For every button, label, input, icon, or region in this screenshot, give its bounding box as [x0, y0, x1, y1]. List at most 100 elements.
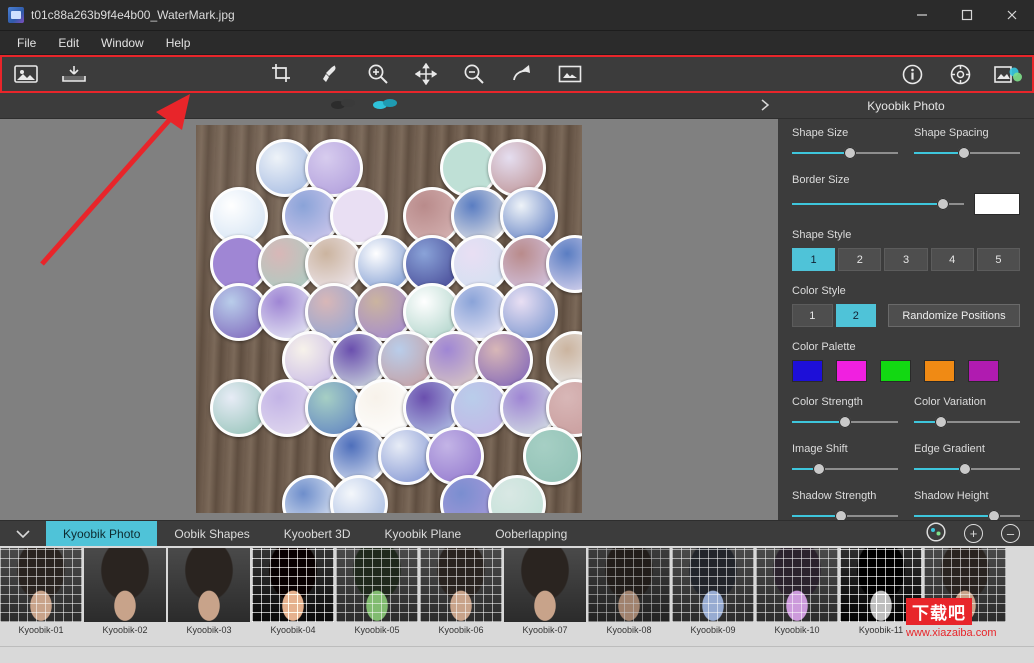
canvas[interactable] [0, 119, 778, 520]
tab-kyoobert-3d[interactable]: Kyoobert 3D [267, 521, 368, 546]
toolbar-file-group [2, 57, 98, 91]
toolbar-utility-group [888, 57, 1032, 91]
filmstrip-item[interactable]: Kyoobik-04 [252, 548, 334, 646]
tab-ooberlapping[interactable]: Ooberlapping [478, 521, 584, 546]
minimize-icon[interactable] [899, 0, 944, 31]
image-shift-slider[interactable] [792, 462, 898, 476]
move-arrows-icon[interactable] [402, 57, 450, 91]
filmstrip-label: Kyoobik-08 [606, 625, 652, 635]
color-palette-label: Color Palette [792, 341, 856, 353]
filmstrip-item[interactable]: Kyoobik-10 [756, 548, 838, 646]
image-frame-icon[interactable] [546, 57, 594, 91]
palette-circle-icon[interactable] [926, 522, 946, 545]
filmstrip-thumbnail [588, 548, 670, 622]
filmstrip-item[interactable]: Kyoobik-11 [840, 548, 922, 646]
redo-arrow-icon[interactable] [498, 57, 546, 91]
maximize-icon[interactable] [944, 0, 989, 31]
shape-style-option-5[interactable]: 5 [976, 248, 1021, 271]
tab-oobik-shapes[interactable]: Oobik Shapes [157, 521, 266, 546]
mosaic-circle [330, 475, 388, 513]
rendered-image[interactable] [196, 125, 582, 513]
color-palette-control: Color Palette [792, 341, 1020, 382]
info-circle-icon[interactable] [888, 57, 936, 91]
shapes-cyan-icon[interactable] [372, 96, 400, 115]
menu-file[interactable]: File [6, 33, 47, 53]
shape-spacing-slider[interactable] [914, 146, 1020, 160]
zoom-in-icon[interactable] [354, 57, 402, 91]
border-size-slider[interactable] [792, 197, 964, 211]
zoom-out-icon[interactable] [450, 57, 498, 91]
filmstrip-item[interactable]: Kyoobik-02 [84, 548, 166, 646]
color-style-control: Color Style 1 2 Randomize Positions [792, 285, 1020, 327]
border-color-swatch[interactable] [974, 193, 1020, 215]
filmstrip-item[interactable] [924, 548, 1006, 646]
grid-overlay [924, 548, 1006, 622]
brush-icon[interactable] [306, 57, 354, 91]
filmstrip-item[interactable]: Kyoobik-03 [168, 548, 250, 646]
filmstrip-thumbnail [672, 548, 754, 622]
gear-circle-icon[interactable] [936, 57, 984, 91]
filmstrip-item[interactable]: Kyoobik-06 [420, 548, 502, 646]
shape-size-control: Shape Size [792, 127, 898, 160]
crop-icon[interactable] [258, 57, 306, 91]
filmstrip-thumbnail [252, 548, 334, 622]
border-size-control: Border Size [792, 174, 1020, 215]
tab-kyoobik-photo[interactable]: Kyoobik Photo [46, 521, 158, 546]
title-bar: t01c88a263b9f4e4b00_WaterMark.jpg [0, 0, 1034, 31]
close-icon[interactable] [989, 0, 1034, 31]
palette-swatch-1[interactable] [792, 360, 823, 382]
preset-filmstrip: Kyoobik-01 Kyoobik-02 Kyoobik-03 Kyoobik-04… [0, 546, 1034, 646]
plus-circle-icon[interactable]: + [964, 524, 983, 543]
grid-overlay [0, 548, 82, 622]
shape-style-option-2[interactable]: 2 [838, 248, 882, 271]
shape-size-slider[interactable] [792, 146, 898, 160]
save-tray-icon[interactable] [50, 57, 98, 91]
filmstrip-item[interactable]: Kyoobik-01 [0, 548, 82, 646]
shape-size-label: Shape Size [792, 127, 849, 139]
grid-overlay [420, 548, 502, 622]
chevron-right-icon[interactable] [760, 99, 770, 114]
minus-circle-icon[interactable]: – [1001, 524, 1020, 543]
palette-swatch-2[interactable] [836, 360, 867, 382]
menu-help[interactable]: Help [155, 33, 202, 53]
picture-icon[interactable] [2, 57, 50, 91]
toolbar-edit-group [258, 57, 594, 91]
shapes-dark-icon[interactable] [330, 96, 358, 115]
color-style-label: Color Style [792, 285, 846, 297]
edge-gradient-slider[interactable] [914, 462, 1020, 476]
color-style-option-1[interactable]: 1 [792, 304, 833, 327]
filmstrip-label: Kyoobik-02 [102, 625, 148, 635]
filmstrip-item[interactable]: Kyoobik-05 [336, 548, 418, 646]
edge-gradient-label: Edge Gradient [914, 443, 985, 455]
shape-style-option-4[interactable]: 4 [930, 248, 974, 271]
palette-swatch-4[interactable] [924, 360, 955, 382]
randomize-positions-button[interactable]: Randomize Positions [888, 304, 1020, 327]
filmstrip-item[interactable]: Kyoobik-08 [588, 548, 670, 646]
settings-panel: Shape Size Shape Spacing Border Size Sha… [778, 119, 1034, 522]
color-style-option-2[interactable]: 2 [835, 304, 876, 327]
palette-swatch-5[interactable] [968, 360, 999, 382]
menu-edit[interactable]: Edit [47, 33, 90, 53]
grid-overlay [840, 548, 922, 622]
filmstrip-thumbnail [336, 548, 418, 622]
filmstrip-item[interactable]: Kyoobik-07 [504, 548, 586, 646]
menu-window[interactable]: Window [90, 33, 155, 53]
main-area: Shape Size Shape Spacing Border Size Sha… [0, 119, 1034, 522]
palette-swatch-3[interactable] [880, 360, 911, 382]
filmstrip-item[interactable]: Kyoobik-09 [672, 548, 754, 646]
color-mask-icon[interactable] [984, 57, 1032, 91]
shape-style-option-3[interactable]: 3 [884, 248, 928, 271]
chevron-down-icon[interactable] [0, 521, 46, 546]
image-shift-label: Image Shift [792, 443, 848, 455]
color-variation-slider[interactable] [914, 415, 1020, 429]
shape-spacing-control: Shape Spacing [914, 127, 1020, 160]
filmstrip-label: Kyoobik-09 [690, 625, 736, 635]
preset-actions: + – [926, 521, 1034, 546]
filmstrip-label: Kyoobik-06 [438, 625, 484, 635]
color-strength-control: Color Strength [792, 396, 898, 429]
color-palette-swatches [792, 360, 1020, 382]
color-strength-slider[interactable] [792, 415, 898, 429]
shape-style-option-1[interactable]: 1 [792, 248, 836, 271]
tab-kyoobik-plane[interactable]: Kyoobik Plane [367, 521, 478, 546]
window-title: t01c88a263b9f4e4b00_WaterMark.jpg [31, 8, 235, 22]
